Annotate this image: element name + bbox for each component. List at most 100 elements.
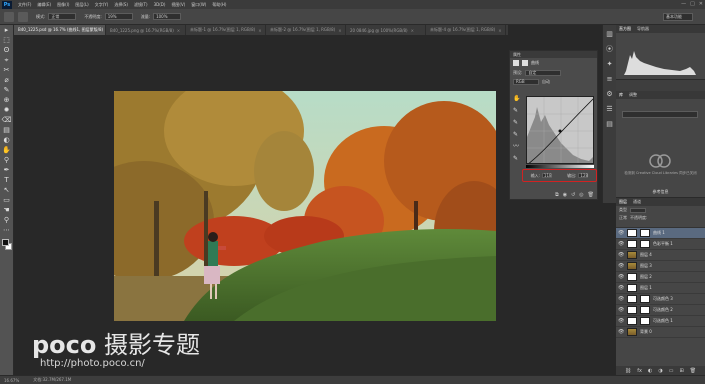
menu-type[interactable]: 文字(Y) <box>95 2 109 8</box>
document-photo[interactable] <box>114 91 496 321</box>
hand-tool-icon[interactable]: ✋ <box>2 145 12 155</box>
visibility-eye-icon[interactable]: 👁 <box>618 263 624 269</box>
output-value[interactable]: 128 <box>578 172 589 178</box>
layer-row[interactable]: 👁 可选颜色 3 <box>616 294 705 305</box>
close-tab-icon[interactable]: × <box>338 28 341 33</box>
document-tab[interactable]: B40_1225.psd @ 16.7% (曲线1, 图层蒙版/8)× <box>14 25 106 35</box>
visibility-eye-icon[interactable]: 👁 <box>618 252 624 258</box>
draw-curve-icon[interactable]: ✎ <box>513 156 519 162</box>
layer-kind-filter[interactable]: 类型 <box>619 207 627 213</box>
close-tab-icon[interactable]: × <box>258 28 261 33</box>
menu-edit[interactable]: 编辑(E) <box>37 2 51 8</box>
minimize-button[interactable]: — <box>681 1 686 7</box>
tab-layers[interactable]: 图层 <box>619 198 627 206</box>
layer-row[interactable]: 👁 可选颜色 1 <box>616 316 705 327</box>
close-tab-icon[interactable]: × <box>498 28 501 33</box>
tab-library[interactable]: 库 <box>619 91 623 99</box>
color-swatches[interactable] <box>1 238 13 252</box>
clip-to-layer-icon[interactable]: ⧉ <box>555 192 559 198</box>
menu-file[interactable]: 文件(F) <box>18 2 31 8</box>
mask-icon[interactable] <box>522 60 528 66</box>
paragraph-panel-icon[interactable]: ≡ <box>605 74 615 84</box>
auto-button[interactable]: 自动 <box>542 79 550 85</box>
document-tab[interactable]: 未标题-2 @ 16.7%(图层 1, RGB/8) × <box>266 25 346 35</box>
layer-row[interactable]: 👁 图层 4 <box>616 250 705 261</box>
lasso-tool-icon[interactable]: ʘ <box>2 45 12 55</box>
layer-mask-thumbnail[interactable] <box>640 306 650 314</box>
layer-style-icon[interactable]: fx <box>637 368 642 374</box>
add-mask-icon[interactable]: ◐ <box>648 368 652 374</box>
healing-tool-icon[interactable]: ✎ <box>2 85 12 95</box>
more-tool-icon[interactable]: ⋯ <box>2 225 12 235</box>
move-tool-icon[interactable]: ▸ <box>2 25 12 35</box>
workspace-select[interactable]: 基本功能 <box>663 13 693 21</box>
close-tab-icon[interactable]: × <box>411 28 414 33</box>
layer-mask-thumbnail[interactable] <box>640 240 650 248</box>
library-info-button[interactable]: 参考信息 <box>616 189 705 195</box>
sample-white-icon[interactable]: ✎ <box>513 132 519 138</box>
tab-histogram[interactable]: 直方图 <box>619 25 631 33</box>
menu-image[interactable]: 图像(I) <box>57 2 69 8</box>
history-panel-icon[interactable]: ▥ <box>605 29 615 39</box>
sample-gray-icon[interactable]: ✎ <box>513 120 519 126</box>
menu-layer[interactable]: 图层(L) <box>75 2 88 8</box>
menu-filter[interactable]: 滤镜(T) <box>134 2 148 8</box>
layer-row[interactable]: 👁 可选颜色 2 <box>616 305 705 316</box>
layers-comp-panel-icon[interactable]: ☰ <box>605 104 615 114</box>
foreground-color-swatch[interactable] <box>1 239 9 246</box>
layer-filter-select[interactable] <box>630 207 646 213</box>
link-layers-icon[interactable]: ⛓ <box>625 368 631 374</box>
delete-layer-icon[interactable]: 🗑 <box>690 368 696 374</box>
marquee-tool-icon[interactable]: ⬚ <box>2 35 12 45</box>
hand-tool-icon[interactable]: ☚ <box>2 205 12 215</box>
reset-icon[interactable]: ↺ <box>571 192 575 198</box>
visibility-eye-icon[interactable]: 👁 <box>618 307 624 313</box>
properties-panel-icon[interactable]: ⚙ <box>605 89 615 99</box>
layer-row[interactable]: 👁 图层 1 <box>616 283 705 294</box>
clone-stamp-tool-icon[interactable]: ✹ <box>2 105 12 115</box>
brush-tool-icon[interactable]: ⊕ <box>2 95 12 105</box>
flow-field[interactable]: 100% <box>153 13 182 20</box>
new-layer-icon[interactable]: ⊞ <box>680 368 684 374</box>
dodge-tool-icon[interactable]: ◐ <box>2 135 12 145</box>
brush-settings-panel-icon[interactable]: ⦿ <box>605 44 615 54</box>
layer-mask-thumbnail[interactable] <box>640 295 650 303</box>
brush-preset-icon[interactable] <box>4 11 14 22</box>
delete-icon[interactable]: 🗑 <box>588 192 594 198</box>
tab-adjustments[interactable]: 调整 <box>629 91 637 99</box>
visibility-eye-icon[interactable]: 👁 <box>618 285 624 291</box>
zoom-tool-icon[interactable]: ⚲ <box>2 155 12 165</box>
brush-size-icon[interactable] <box>18 11 28 22</box>
on-image-adjust-icon[interactable]: ✋ <box>513 96 520 102</box>
menu-window[interactable]: 窗口(W) <box>191 2 206 8</box>
blend-mode-select[interactable]: 正常 <box>619 215 627 221</box>
menu-select[interactable]: 选择(S) <box>114 2 128 8</box>
document-tab[interactable]: 未标题-4 @ 16.7%(图层 1, RGB/8) × <box>426 25 506 35</box>
menu-help[interactable]: 帮助(H) <box>212 2 226 8</box>
visibility-icon[interactable]: ◎ <box>579 192 583 198</box>
quick-select-tool-icon[interactable]: ⌖ <box>2 55 12 65</box>
curves-graph[interactable] <box>526 96 594 164</box>
preset-select[interactable]: 自定 <box>525 69 562 76</box>
crop-tool-icon[interactable]: ✂ <box>2 65 12 75</box>
zoom-tool-icon[interactable]: ⚲ <box>2 215 12 225</box>
layer-row[interactable]: 👁 图层 3 <box>616 261 705 272</box>
shape-tool-icon[interactable]: ▭ <box>2 195 12 205</box>
tab-channels[interactable]: 通道 <box>633 198 641 206</box>
new-group-icon[interactable]: ▭ <box>669 368 674 374</box>
tab-navigator[interactable]: 导航器 <box>637 25 649 33</box>
layer-row[interactable]: 👁 色彩平衡 1 <box>616 239 705 250</box>
menu-view[interactable]: 视图(V) <box>171 2 185 8</box>
visibility-eye-icon[interactable]: 👁 <box>618 241 624 247</box>
adjustments-panel-icon[interactable]: ✦ <box>605 59 615 69</box>
sample-black-icon[interactable]: ✎ <box>513 108 519 114</box>
document-tab[interactable]: B40_1225.png @ 16.7%(RGB/8) × <box>106 25 186 35</box>
layer-mask-thumbnail[interactable] <box>640 229 650 237</box>
input-value[interactable]: 118 <box>541 172 552 178</box>
layer-row[interactable]: 👁 图层 2 <box>616 272 705 283</box>
new-adjustment-icon[interactable]: ◑ <box>658 368 662 374</box>
mode-select[interactable]: 正常 <box>48 13 77 20</box>
close-tab-icon[interactable]: × <box>177 28 180 33</box>
library-select[interactable] <box>622 111 698 118</box>
canvas-area[interactable]: poco 摄影专题 http://photo.poco.cn/ <box>14 35 508 375</box>
